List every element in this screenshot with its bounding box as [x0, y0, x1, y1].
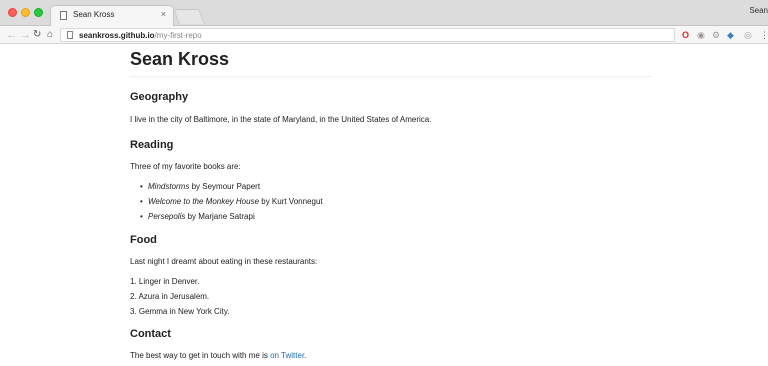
url-path: /my-first-repo [154, 31, 202, 40]
new-tab-button[interactable] [173, 9, 205, 24]
page-icon [60, 11, 67, 20]
list-item: 3. Gemma in New York City. [130, 307, 230, 316]
forward-arrow-icon[interactable]: → [20, 27, 31, 43]
geography-heading: Geography [130, 91, 189, 103]
window-maximize-button[interactable] [34, 8, 43, 17]
geography-text: I live in the city of Baltimore, in the … [130, 115, 432, 124]
browser-tab-bar: Sean Kross × Sean [0, 0, 768, 26]
twitter-link[interactable]: on Twitter [270, 351, 304, 360]
browser-toolbar: ← → ↻ ⌂ seankross.github.io/my-first-rep… [0, 26, 768, 44]
reading-heading: Reading [130, 139, 174, 151]
menu-icon[interactable]: ⋮ [760, 29, 768, 41]
tab-title: Sean Kross [73, 10, 115, 19]
profile-button[interactable]: Sean [749, 6, 768, 15]
list-item: Mindstorms by Seymour Papert [140, 181, 652, 192]
list-item: 1. Linger in Denver. [130, 277, 200, 286]
opera-icon[interactable]: O [682, 29, 689, 41]
extension-icon[interactable]: ◎ [744, 29, 752, 41]
extension-icon[interactable]: ◉ [697, 29, 705, 41]
extension-icon[interactable]: ◆ [727, 29, 734, 41]
page-title: Sean Kross [130, 44, 652, 77]
contact-text-before: The best way to get in touch with me is [130, 351, 271, 360]
list-item: Persepolis by Marjane Satrapi [140, 211, 652, 222]
book-author: by Kurt Vonnegut [259, 197, 323, 206]
home-icon[interactable]: ⌂ [47, 27, 53, 43]
url-host: seankross.github.io [79, 31, 155, 40]
restaurant-list: 1. Linger in Denver. 2. Azura in Jerusal… [130, 276, 652, 317]
food-heading: Food [130, 234, 157, 246]
book-list: Mindstorms by Seymour Papert Welcome to … [130, 181, 652, 222]
browser-tab[interactable]: Sean Kross × [50, 5, 174, 26]
settings-icon[interactable]: ⚙ [712, 29, 720, 41]
url-text[interactable]: seankross.github.io/my-first-repo [79, 30, 202, 41]
contact-text-after: . [304, 351, 307, 360]
contact-heading: Contact [130, 328, 171, 340]
tab-close-icon[interactable]: × [161, 9, 166, 19]
page-info-icon[interactable] [67, 31, 73, 39]
back-arrow-icon[interactable]: ← [6, 27, 17, 43]
reading-intro: Three of my favorite books are: [130, 162, 241, 171]
book-title: Welcome to the Monkey House [148, 197, 260, 206]
list-item: 2. Azura in Jerusalem. [130, 292, 210, 301]
book-title: Persepolis [148, 212, 186, 221]
list-item: Welcome to the Monkey House by Kurt Vonn… [140, 196, 652, 207]
address-bar[interactable]: seankross.github.io/my-first-repo [60, 28, 675, 42]
food-intro: Last night I dreamt about eating in thes… [130, 257, 318, 266]
reload-icon[interactable]: ↻ [33, 27, 41, 43]
page-content: Sean Kross Geography I live in the city … [130, 44, 652, 361]
book-author: by Seymour Papert [189, 182, 261, 191]
book-author: by Marjane Satrapi [185, 212, 255, 221]
contact-text: The best way to get in touch with me is … [130, 350, 652, 361]
window-minimize-button[interactable] [21, 8, 30, 17]
window-close-button[interactable] [8, 8, 17, 17]
book-title: Mindstorms [148, 182, 190, 191]
